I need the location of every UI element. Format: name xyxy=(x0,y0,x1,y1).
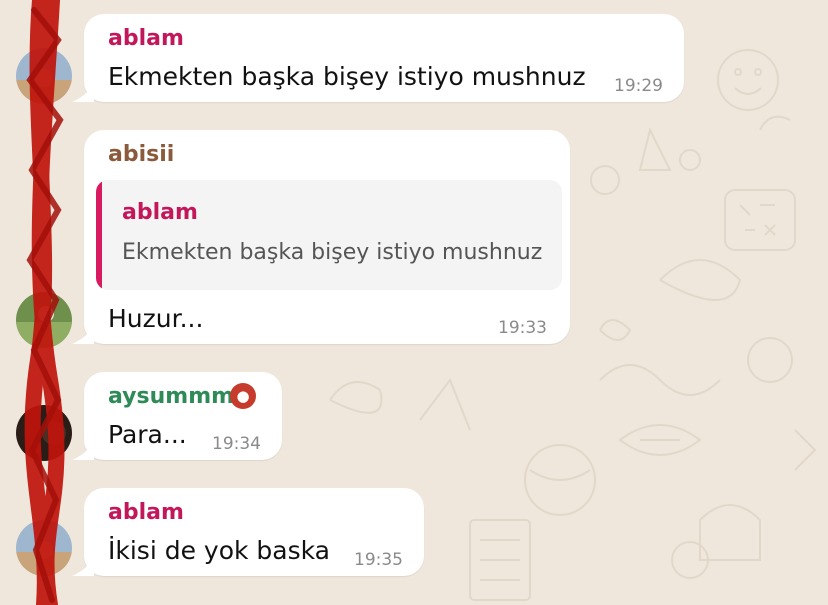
message-bubble[interactable]: aysummm ● Para... 19:34 xyxy=(72,372,282,460)
sender-name[interactable]: ablam xyxy=(108,26,184,51)
message-timestamp: 19:35 xyxy=(354,550,403,570)
sender-name[interactable]: aysummm xyxy=(108,384,234,409)
message-timestamp: 19:34 xyxy=(212,434,261,454)
message-text: İkisi de yok baska xyxy=(108,536,330,565)
message-timestamp: 19:33 xyxy=(498,318,547,338)
quoted-message-text: Ekmekten başka bişey istiyo mushnuz xyxy=(122,240,543,265)
message-text: Huzur... xyxy=(108,304,204,333)
message-timestamp: 19:29 xyxy=(614,76,663,96)
ogre-emoji-icon: ● xyxy=(230,383,256,409)
redaction-scribble xyxy=(24,0,65,605)
quoted-message[interactable]: ablam Ekmekten başka bişey istiyo mushnu… xyxy=(96,180,562,290)
message-bubble-reply[interactable]: abisii ablam Ekmekten başka bişey istiyo… xyxy=(72,130,570,344)
sender-name[interactable]: ablam xyxy=(108,500,184,525)
message-text: Ekmekten başka bişey istiyo mushnuz xyxy=(108,62,586,91)
message-bubble[interactable]: ablam Ekmekten başka bişey istiyo mushnu… xyxy=(72,14,684,102)
message-bubble[interactable]: ablam İkisi de yok baska 19:35 xyxy=(72,488,424,576)
sender-name[interactable]: abisii xyxy=(108,142,174,167)
quoted-sender-name: ablam xyxy=(122,200,198,225)
message-text: Para... xyxy=(108,420,187,449)
